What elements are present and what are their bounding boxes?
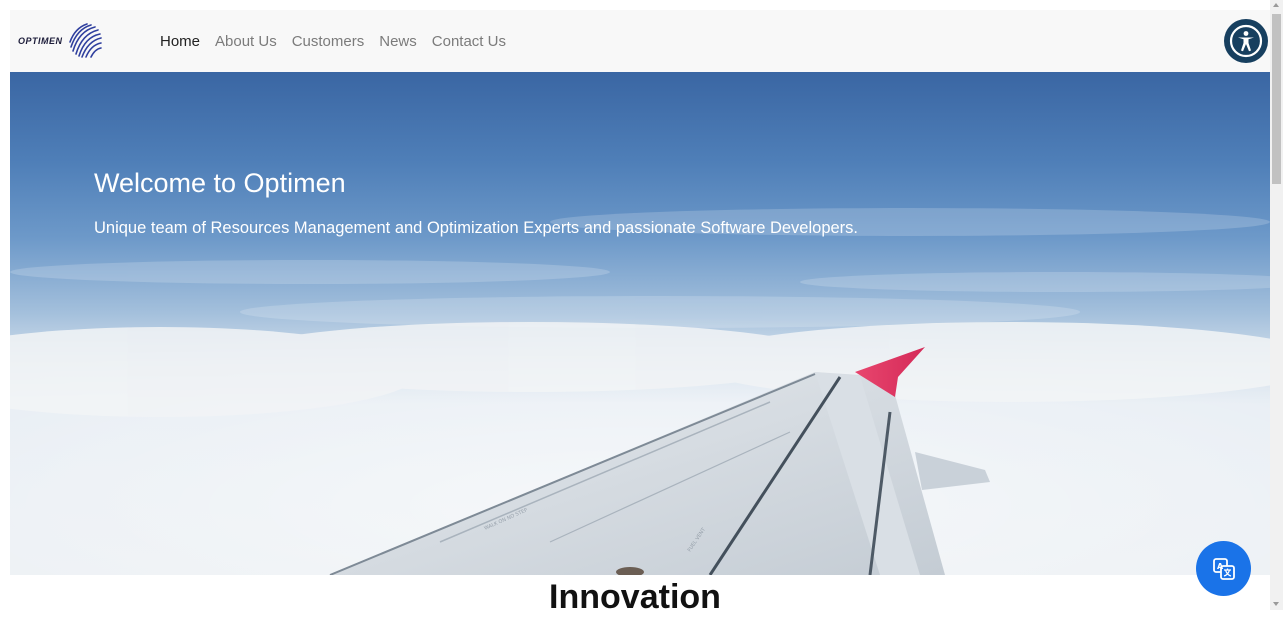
nav-item-contact-us[interactable]: Contact Us	[432, 33, 506, 50]
page-scrollbar[interactable]	[1270, 0, 1283, 610]
top-strip	[0, 0, 1270, 10]
hero-subtitle: Unique team of Resources Management and …	[94, 219, 858, 237]
accessibility-icon	[1229, 24, 1263, 58]
hero-title: Welcome to Optimen	[94, 168, 346, 198]
brand-logo[interactable]: OPTIMEN	[18, 20, 146, 62]
airplane-wing-image: WALK ON NO STEP FUEL VENT	[10, 208, 1270, 575]
nav-item-home[interactable]: Home	[160, 33, 200, 50]
scrollbar-thumb[interactable]	[1272, 14, 1281, 184]
translate-button[interactable]: A	[1196, 541, 1251, 596]
nav-menu: Home About Us Customers News Contact Us	[160, 10, 521, 72]
spiral-globe-logo-icon	[68, 23, 102, 58]
nav-item-customers[interactable]: Customers	[292, 33, 365, 50]
hero-banner: WALK ON NO STEP FUEL VENT Welcome to Opt…	[10, 72, 1270, 575]
svg-text:A: A	[1217, 562, 1224, 571]
scroll-up-arrow-icon[interactable]	[1273, 3, 1279, 7]
navbar: OPTIMEN Home About Us Customers News Con…	[10, 10, 1270, 72]
section-heading-innovation: Innovation	[549, 578, 721, 616]
translate-icon: A	[1212, 557, 1235, 580]
scroll-down-arrow-icon[interactable]	[1273, 602, 1279, 606]
accessibility-button[interactable]	[1224, 19, 1268, 63]
nav-item-news[interactable]: News	[379, 33, 417, 50]
brand-name: OPTIMEN	[18, 36, 63, 46]
page: OPTIMEN Home About Us Customers News Con…	[0, 0, 1283, 616]
nav-item-about-us[interactable]: About Us	[215, 33, 277, 50]
